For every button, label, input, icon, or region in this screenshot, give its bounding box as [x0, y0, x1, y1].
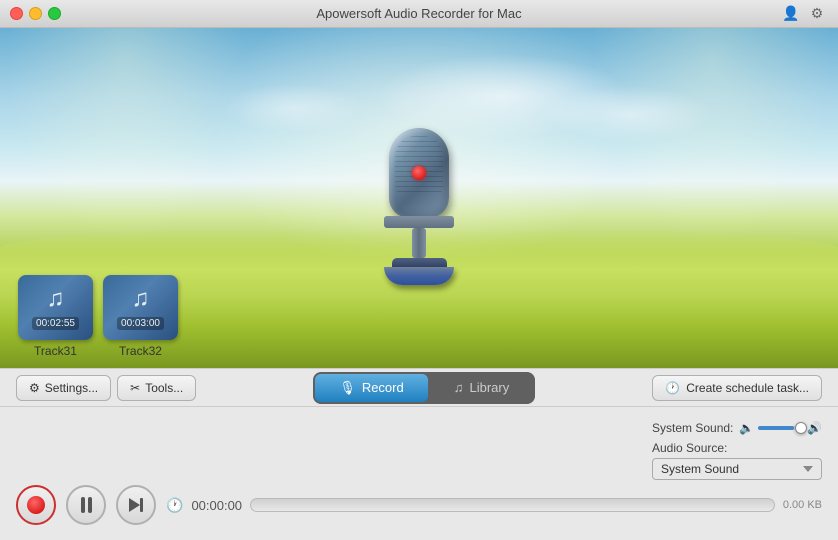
progress-area: 🕐 00:00:00 0.00 KB	[166, 497, 822, 514]
gear-icon: ⚙	[29, 381, 40, 395]
skip-bar-icon	[140, 498, 143, 512]
volume-knob[interactable]	[795, 422, 807, 434]
record-tab-label: Record	[362, 380, 404, 395]
mic-band	[384, 216, 454, 228]
pause-bar-left	[81, 497, 85, 513]
list-item[interactable]: ♫ 00:03:00 Track32	[103, 275, 178, 358]
tab-bar: ⚙ Settings... ✂ Tools... 🎙 Record ♫ Libr…	[0, 369, 838, 407]
titlebar-right-icons: 👤 ⚙	[782, 5, 826, 23]
volume-high-icon: 🔊	[807, 421, 822, 435]
titlebar: Apowersoft Audio Recorder for Mac 👤 ⚙	[0, 0, 838, 28]
tab-library[interactable]: ♫ Library	[430, 374, 534, 402]
tracks-area: ♫ 00:02:55 Track31 ♫ 00:03:00 Track32	[18, 275, 178, 358]
audio-source-select[interactable]: System Sound Microphone Both	[652, 458, 822, 480]
audio-source-row: Audio Source: System Sound Microphone Bo…	[652, 441, 822, 480]
tools-button[interactable]: ✂ Tools...	[117, 375, 196, 401]
mic-icon: 🎙	[339, 380, 356, 396]
track-label: Track32	[119, 344, 162, 358]
microphone	[369, 128, 469, 308]
bottom-panel: ⚙ Settings... ✂ Tools... 🎙 Record ♫ Libr…	[0, 368, 838, 540]
minimize-button[interactable]	[29, 7, 42, 20]
library-tab-label: Library	[469, 380, 509, 395]
schedule-label: Create schedule task...	[686, 381, 809, 395]
play-skip-button[interactable]	[116, 485, 156, 525]
window-controls[interactable]	[10, 7, 61, 20]
progress-bar[interactable]	[250, 498, 775, 512]
music-note-icon: ♫	[47, 285, 65, 313]
mic-indicator	[412, 166, 426, 180]
track-thumbnail[interactable]: ♫ 00:03:00	[103, 275, 178, 340]
list-item[interactable]: ♫ 00:02:55 Track31	[18, 275, 93, 358]
time-display: 00:00:00	[191, 498, 242, 513]
play-skip-icon	[129, 498, 143, 512]
settings-button[interactable]: ⚙ Settings...	[16, 375, 111, 401]
file-size: 0.00 KB	[783, 499, 822, 511]
track-label: Track31	[34, 344, 77, 358]
audio-source-label: Audio Source:	[652, 441, 822, 455]
maximize-button[interactable]	[48, 7, 61, 20]
tools-label: Tools...	[145, 381, 183, 395]
pause-icon	[81, 497, 92, 513]
progress-top: 🕐 00:00:00 0.00 KB	[166, 497, 822, 514]
record-icon	[27, 496, 45, 514]
tab-center: 🎙 Record ♫ Library	[204, 372, 644, 404]
track-duration: 00:03:00	[117, 317, 164, 330]
settings-icon: ⚙	[808, 5, 826, 23]
mic-head	[389, 128, 449, 218]
clock-icon: 🕐	[665, 381, 680, 395]
tab-group: 🎙 Record ♫ Library	[313, 372, 535, 404]
hero-area: ♫ 00:02:55 Track31 ♫ 00:03:00 Track32	[0, 28, 838, 368]
volume-fill	[758, 426, 794, 430]
volume-low-icon: 🔈	[739, 421, 754, 435]
settings-label: Settings...	[45, 381, 98, 395]
tools-icon: ✂	[130, 381, 140, 395]
controls-row: 🕐 00:00:00 0.00 KB System Sound: 🔈 🔊	[0, 470, 838, 540]
track-duration: 00:02:55	[32, 317, 79, 330]
mic-base	[384, 267, 454, 285]
volume-slider[interactable]: 🔈 🔊	[739, 421, 822, 435]
pause-button[interactable]	[66, 485, 106, 525]
close-button[interactable]	[10, 7, 23, 20]
window-title: Apowersoft Audio Recorder for Mac	[316, 6, 521, 21]
system-sound-label: System Sound:	[652, 421, 733, 435]
tab-left-buttons: ⚙ Settings... ✂ Tools...	[16, 375, 196, 401]
mic-neck	[412, 228, 426, 258]
volume-bar[interactable]	[758, 426, 803, 430]
music-note-icon: ♫	[132, 285, 150, 313]
schedule-button[interactable]: 🕐 Create schedule task...	[652, 375, 822, 401]
record-button[interactable]	[16, 485, 56, 525]
clock-icon: 🕐	[166, 497, 183, 514]
pause-bar-right	[88, 497, 92, 513]
tab-right: 🕐 Create schedule task...	[652, 375, 822, 401]
audio-settings-panel: System Sound: 🔈 🔊 Audio Source: System S…	[652, 421, 822, 480]
system-sound-row: System Sound: 🔈 🔊	[652, 421, 822, 435]
tab-record[interactable]: 🎙 Record	[315, 374, 427, 402]
music-icon: ♫	[454, 380, 464, 395]
track-thumbnail[interactable]: ♫ 00:02:55	[18, 275, 93, 340]
user-icon: 👤	[782, 5, 800, 23]
play-icon	[129, 498, 140, 512]
